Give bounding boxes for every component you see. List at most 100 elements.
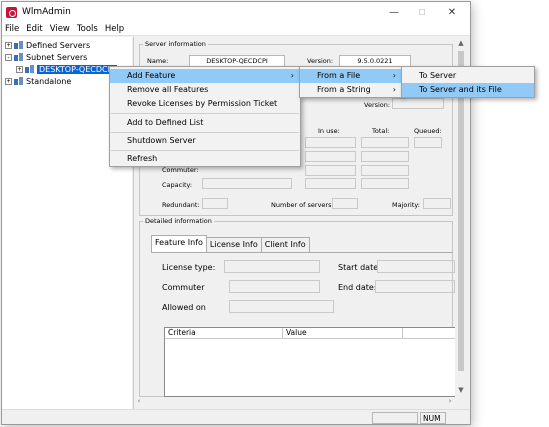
scroll-left-icon[interactable]: ‹ (134, 397, 144, 407)
capacity-value-2 (305, 178, 356, 189)
tree-item-label: Standalone (26, 76, 72, 86)
add-feature-submenu: From a File › From a String › (299, 66, 403, 98)
tree-item-label: Defined Servers (26, 40, 91, 50)
number-of-servers-label: Number of servers: (271, 201, 334, 209)
in-use-value-2 (305, 151, 356, 162)
queued-label: Queued: (414, 127, 442, 135)
submenu-arrow-icon: › (290, 71, 294, 80)
expand-icon[interactable]: + (5, 41, 12, 49)
start-date-label: Start date (338, 263, 379, 272)
tree-item-label: Subnet Servers (26, 52, 88, 62)
menu-item-add-feature[interactable]: Add Feature › (110, 69, 300, 83)
commuter-label: Commuter: (162, 166, 199, 174)
capacity-value-3 (361, 178, 409, 189)
server-group-icon (14, 53, 23, 61)
version-value-2 (392, 98, 444, 109)
menu-separator (111, 132, 299, 133)
menu-edit[interactable]: Edit (26, 24, 42, 34)
in-use-label: In use: (318, 127, 340, 135)
detail-tabs: Feature Info License Info Client Info (151, 235, 310, 252)
menu-item-shutdown-server[interactable]: Shutdown Server (110, 134, 300, 148)
window-title: WlmAdmin (22, 7, 71, 17)
menu-tools[interactable]: Tools (77, 24, 98, 34)
license-type-value (224, 260, 320, 273)
menu-item-label: From a File (317, 71, 361, 80)
number-of-servers-value (332, 198, 358, 209)
server-info-legend: Server information (145, 40, 206, 48)
menu-file[interactable]: File (5, 24, 19, 34)
menu-item-from-a-file[interactable]: From a File › (300, 69, 402, 83)
collapse-icon[interactable]: - (5, 53, 12, 61)
scroll-down-icon[interactable]: ▼ (455, 386, 467, 396)
status-num: NUM (420, 412, 446, 424)
commuter-detail-value (229, 280, 320, 293)
expand-icon[interactable]: + (16, 65, 23, 73)
grid-header-criteria[interactable]: Criteria (165, 328, 283, 339)
queued-value (414, 137, 442, 148)
in-use-value-3 (305, 165, 356, 176)
criteria-grid[interactable]: Criteria Value (164, 327, 462, 397)
commuter-detail-label: Commuter (162, 283, 205, 292)
menu-item-label: From a String (317, 85, 371, 94)
menu-item-from-a-string[interactable]: From a String › (300, 83, 402, 97)
scroll-right-icon[interactable]: › (445, 397, 455, 407)
minimize-button[interactable]: — (380, 2, 408, 22)
tree-item-label: DESKTOP-QECDCPI (37, 64, 117, 74)
menu-item-add-to-defined-list[interactable]: Add to Defined List (110, 116, 300, 130)
tab-divider (151, 252, 453, 253)
total-value-2 (361, 151, 409, 162)
end-date-label: End date: (338, 283, 377, 292)
menu-item-revoke-licenses[interactable]: Revoke Licenses by Permission Ticket (110, 97, 300, 111)
capacity-value (202, 178, 292, 189)
submenu-arrow-icon: › (392, 85, 396, 94)
menu-item-refresh[interactable]: Refresh (110, 152, 300, 166)
menu-view[interactable]: View (50, 24, 70, 34)
tree-item-selected-server[interactable]: + DESKTOP-QECDCPI (16, 63, 117, 75)
status-cell-blank (372, 412, 418, 424)
server-group-icon (14, 77, 23, 85)
tree-item-standalone[interactable]: + Standalone (5, 75, 71, 87)
menu-help[interactable]: Help (105, 24, 124, 34)
license-type-label: License type: (162, 263, 216, 272)
app-logo-icon (6, 6, 17, 18)
name-label: Name: (147, 57, 169, 65)
menu-separator (111, 150, 299, 151)
menu-item-label: Add Feature (127, 71, 176, 80)
allowed-on-value (229, 300, 334, 313)
menu-item-remove-all-features[interactable]: Remove all Features (110, 83, 300, 97)
menu-item-to-server[interactable]: To Server (402, 69, 534, 83)
start-date-value (377, 260, 455, 273)
total-label: Total: (372, 127, 390, 135)
horizontal-scrollbar[interactable]: ‹ › (134, 397, 455, 407)
submenu-arrow-icon: › (392, 71, 396, 80)
in-use-value (305, 137, 356, 148)
maximize-button[interactable]: ☐ (408, 2, 436, 22)
expand-icon[interactable]: + (5, 77, 12, 85)
allowed-on-label: Allowed on (162, 303, 206, 312)
scroll-up-icon[interactable]: ▲ (455, 39, 467, 49)
majority-value (423, 198, 451, 209)
total-value (361, 137, 409, 148)
end-date-value (375, 280, 455, 293)
tree-item-subnet-servers[interactable]: - Subnet Servers (5, 51, 87, 63)
close-button[interactable]: ✕ (438, 2, 466, 22)
grid-header-value[interactable]: Value (283, 328, 403, 339)
grid-header-empty (403, 328, 461, 339)
from-file-submenu: To Server To Server and its File (401, 66, 535, 98)
menu-bar: File Edit View Tools Help (2, 22, 470, 36)
context-menu: Add Feature › Remove all Features Revoke… (109, 66, 301, 167)
tab-license-info[interactable]: License Info (205, 237, 262, 252)
capacity-label: Capacity: (162, 181, 193, 189)
total-value-3 (361, 165, 409, 176)
detailed-info-legend: Detailed information (145, 217, 212, 225)
vertical-scroll-thumb[interactable] (458, 51, 464, 371)
version-label: Version: (307, 57, 334, 65)
tab-client-info[interactable]: Client Info (260, 237, 310, 252)
menu-item-to-server-and-its-file[interactable]: To Server and its File (402, 83, 534, 97)
server-icon (25, 65, 34, 73)
version-label-2: Version: (364, 101, 391, 109)
majority-label: Majority: (392, 201, 420, 209)
tab-feature-info[interactable]: Feature Info (151, 235, 207, 252)
tree-item-defined-servers[interactable]: + Defined Servers (5, 39, 90, 51)
status-bar: NUM (2, 409, 470, 424)
